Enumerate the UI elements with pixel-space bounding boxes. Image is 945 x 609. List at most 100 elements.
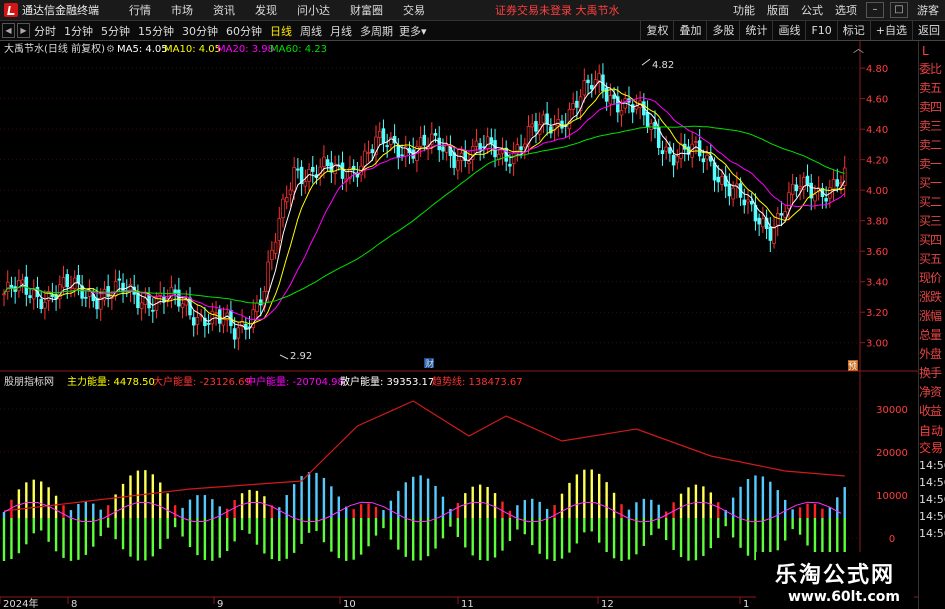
side-buy2: 买二 [919, 195, 942, 209]
indicator-name: 股朋指标网 [4, 375, 54, 388]
candle-up [761, 218, 765, 228]
candle-up [377, 130, 382, 138]
restore-icon[interactable]: □ [890, 2, 908, 18]
energy-bar-down [255, 518, 259, 545]
candle-down [206, 323, 211, 325]
energy-bar-up [531, 498, 534, 518]
menu-jiaoyi[interactable]: 交易 [403, 2, 425, 18]
candle-up [277, 218, 282, 241]
candle-down [311, 166, 315, 172]
menu-gongshi[interactable]: 公式 [801, 2, 823, 18]
menu-hangqing[interactable]: 行情 [129, 2, 151, 18]
energy-bar-up [478, 484, 482, 518]
period-15min[interactable]: 15分钟 [138, 23, 174, 39]
candle-up [511, 152, 516, 165]
settings-gear-icon[interactable]: ⚙ [106, 44, 115, 55]
energy-bar-up [315, 472, 318, 518]
btn-fanhui[interactable]: 返回 [912, 21, 945, 40]
energy-bar-up [650, 499, 653, 518]
energy-bar-down [17, 518, 21, 554]
side-sell3: 卖三 [919, 119, 942, 133]
candle-up [87, 291, 92, 297]
toolbar-right: 复权 叠加 多股 统计 画线 F10 标记 +自选 返回 [640, 21, 945, 40]
minimize-icon[interactable]: – [866, 2, 884, 18]
energy-bar-down [315, 518, 318, 531]
candle-up [772, 227, 776, 244]
candle-down [441, 146, 445, 152]
energy-bar-up [642, 498, 646, 518]
menu-caifuquan[interactable]: 财富圈 [350, 2, 383, 18]
period-5min[interactable]: 5分钟 [101, 23, 130, 39]
energy-bar-down [248, 518, 251, 534]
btn-diejia[interactable]: 叠加 [673, 21, 706, 40]
period-weekly[interactable]: 周线 [300, 23, 322, 39]
candle-down [612, 94, 616, 99]
more-dropdown[interactable]: 更多▾ [399, 23, 427, 39]
energy-bar-down [612, 518, 616, 559]
energy-bar-up [300, 476, 303, 518]
btn-biaoji[interactable]: 标记 [836, 21, 870, 40]
tick-time: 14:56 [919, 476, 945, 489]
guest-label[interactable]: 游客 [917, 2, 939, 18]
menu-banmian[interactable]: 版面 [767, 2, 789, 18]
period-fenshi[interactable]: 分时 [34, 23, 56, 39]
energy-bar-down [419, 518, 422, 561]
side-volume: 总量 [919, 328, 942, 342]
btn-duogu[interactable]: 多股 [706, 21, 739, 40]
period-daily[interactable]: 日线 [270, 23, 292, 39]
menu-faxian[interactable]: 发现 [255, 2, 277, 18]
energy-bar-up [263, 496, 266, 518]
energy-bar-down [486, 518, 489, 561]
energy-bar-up [40, 481, 43, 518]
candle-down [660, 150, 665, 155]
energy-bar-up [188, 499, 192, 518]
period-60min[interactable]: 60分钟 [226, 23, 262, 39]
candle-down [433, 133, 438, 136]
menu-xuanxiang[interactable]: 选项 [835, 2, 857, 18]
candle-down [117, 278, 122, 281]
candle-down [84, 296, 88, 299]
candle-up [363, 150, 367, 167]
stock-title: 大禹节水(日线 前复权) [4, 42, 105, 55]
energy-bar-up [687, 487, 690, 518]
auto-toggle[interactable]: 自动 [919, 423, 945, 440]
candle-up [694, 141, 698, 143]
candle-up [270, 249, 274, 260]
btn-zixuan[interactable]: +自选 [869, 21, 912, 40]
energy-bar-down [374, 518, 378, 536]
side-buy4: 买四 [919, 233, 942, 247]
menu-zixun[interactable]: 资讯 [213, 2, 235, 18]
energy-bar-up [382, 510, 385, 518]
menu-wenxiaoda[interactable]: 问小达 [297, 2, 330, 18]
energy-bar-down [203, 518, 207, 560]
candle-down [653, 121, 657, 130]
energy-bar-down [233, 518, 236, 542]
trade-toggle[interactable]: 交易 [919, 440, 945, 457]
candle-down [835, 179, 840, 187]
candle-down [258, 299, 263, 306]
login-status[interactable]: 证券交易未登录 大禹节水 [495, 2, 620, 18]
period-multi[interactable]: 多周期 [360, 23, 393, 39]
candle-down [545, 113, 549, 125]
energy-bar-down [620, 518, 623, 561]
back-arrow-icon[interactable]: ◀ [2, 23, 15, 38]
btn-huaxian[interactable]: 画线 [772, 21, 805, 40]
period-monthly[interactable]: 月线 [330, 23, 352, 39]
collapse-up-icon[interactable]: ︿ [853, 42, 864, 55]
side-weibi: 委比 [919, 62, 942, 76]
sidebar-toggle[interactable]: L [919, 41, 945, 58]
period-30min[interactable]: 30分钟 [182, 23, 218, 39]
kline-chart[interactable]: 4.80 4.60 4.40 4.20 4.00 3.80 3.60 3.40 3.20 3.00… [0, 41, 918, 609]
menu-shichang[interactable]: 市场 [171, 2, 193, 18]
forward-arrow-icon[interactable]: ▶ [17, 23, 30, 38]
energy-bar-down [412, 518, 415, 561]
btn-f10[interactable]: F10 [805, 21, 836, 40]
btn-tongji[interactable]: 统计 [739, 21, 772, 40]
period-1min[interactable]: 1分钟 [64, 23, 93, 39]
energy-bar-down [188, 518, 192, 548]
energy-bar-up [620, 504, 623, 518]
menu-gongneng[interactable]: 功能 [733, 2, 755, 18]
btn-fuquan[interactable]: 复权 [640, 21, 673, 40]
ma60-value: MA60: 4.23 [270, 44, 327, 55]
energy-bar-down [560, 518, 564, 559]
